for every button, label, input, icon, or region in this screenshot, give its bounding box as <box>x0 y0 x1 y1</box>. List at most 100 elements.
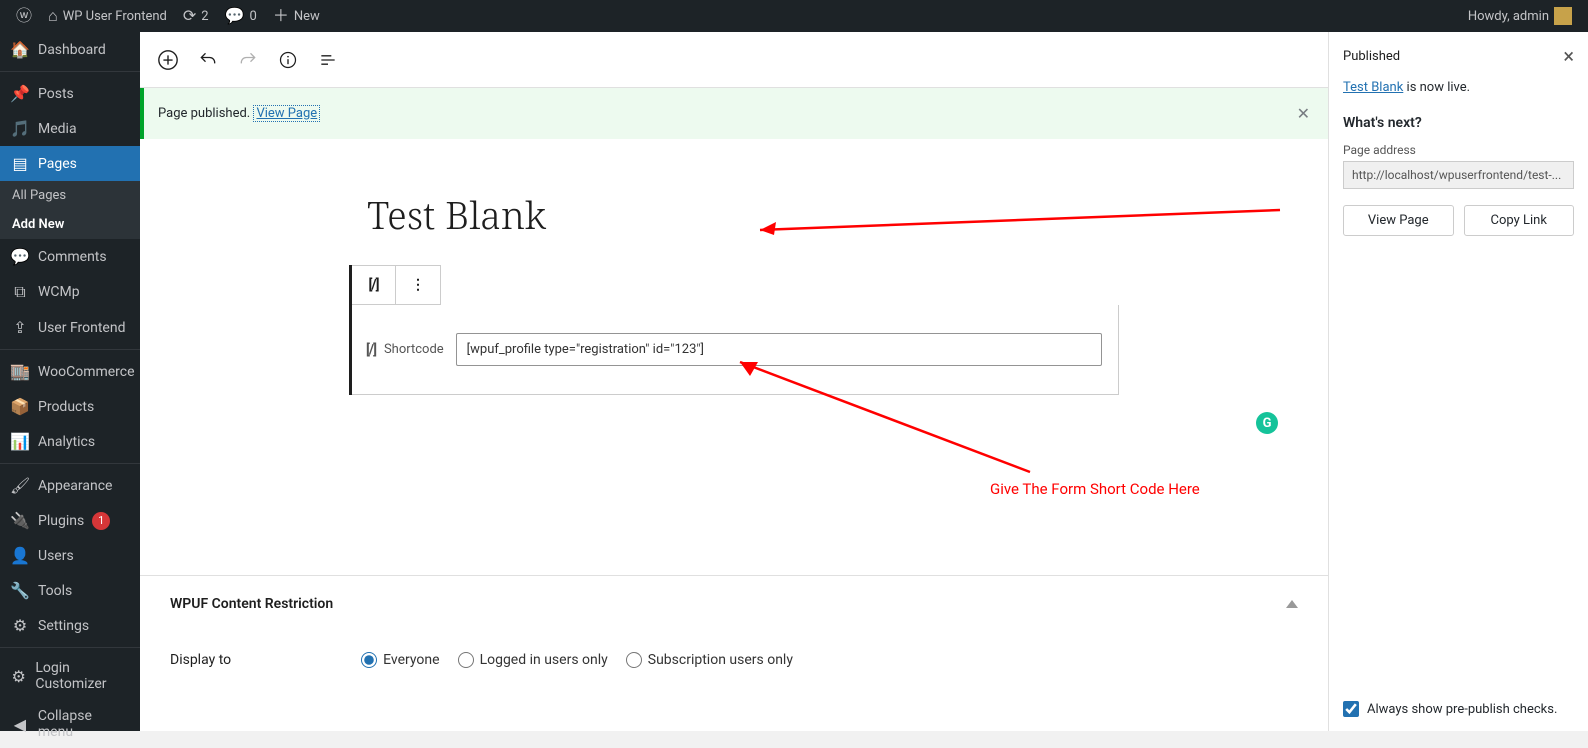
menu-plugins[interactable]: 🔌Plugins1 <box>0 503 140 538</box>
new-label: New <box>294 9 320 24</box>
info-icon <box>278 50 298 70</box>
address-field[interactable]: http://localhost/wpuserfrontend/test-... <box>1343 161 1574 189</box>
add-block-button[interactable] <box>150 42 186 78</box>
menu-login-customizer[interactable]: ⚙Login Customizer <box>0 652 140 700</box>
plugin-icon: 🔌 <box>10 511 30 530</box>
shortcode-icon: [/] <box>366 342 376 358</box>
home-icon: ⌂ <box>48 8 58 24</box>
redo-button[interactable] <box>230 42 266 78</box>
display-to-options: Everyone Logged in users only Subscripti… <box>361 652 793 668</box>
comment-icon: 💬 <box>225 8 245 24</box>
prepublish-checkbox[interactable] <box>1343 701 1359 717</box>
wp-logo[interactable]: ⓦ <box>8 0 40 32</box>
plus-icon: ＋ <box>273 8 289 24</box>
sub-add-new[interactable]: Add New <box>0 210 140 239</box>
menu-collapse[interactable]: ◀Collapse menu <box>0 700 140 748</box>
user-icon: 👤 <box>10 546 30 565</box>
menu-pages[interactable]: ▤Pages <box>0 146 140 181</box>
plus-circle-icon <box>157 49 179 71</box>
close-icon: × <box>1563 44 1574 68</box>
copy-link-button[interactable]: Copy Link <box>1464 205 1575 236</box>
notice-view-link[interactable]: View Page <box>253 105 320 122</box>
submenu-pages: All Pages Add New <box>0 181 140 239</box>
site-name: WP User Frontend <box>63 9 167 24</box>
block-toolbar: [/] ⋮ <box>352 265 441 305</box>
info-button[interactable] <box>270 42 306 78</box>
product-icon: 📦 <box>10 397 30 416</box>
comments-count: 0 <box>250 9 257 24</box>
howdy-text: Howdy, admin <box>1468 9 1549 24</box>
menu-posts[interactable]: 📌Posts <box>0 76 140 111</box>
menu-dashboard[interactable]: 🏠Dashboard <box>0 32 140 67</box>
chevron-up-icon <box>1286 600 1298 608</box>
updates-link[interactable]: ⟳2 <box>175 0 217 32</box>
menu-wcmp[interactable]: ⧉WCMp <box>0 274 140 310</box>
restriction-heading: WPUF Content Restriction <box>170 596 333 612</box>
live-page-link[interactable]: Test Blank <box>1343 80 1403 95</box>
chat-icon: 💬 <box>10 247 30 266</box>
block-type-button[interactable]: [/] <box>352 266 396 304</box>
menu-settings[interactable]: ⚙Settings <box>0 608 140 643</box>
shortcode-icon: [/] <box>369 277 379 293</box>
shortcode-block[interactable]: [/] ⋮ [/] Shortcode <box>349 265 1119 395</box>
analytics-icon: 📊 <box>10 432 30 451</box>
prepublish-checkbox-row[interactable]: Always show pre-publish checks. <box>1343 701 1574 717</box>
menu-products[interactable]: 📦Products <box>0 389 140 424</box>
dashboard-icon: 🏠 <box>10 40 30 59</box>
opt-everyone[interactable]: Everyone <box>361 652 439 668</box>
editor-area: Page published. View Page ✕ Test Blank [… <box>140 32 1328 731</box>
menu-comments[interactable]: 💬Comments <box>0 239 140 274</box>
shortcode-label: Shortcode <box>384 342 444 357</box>
menu-media[interactable]: 🎵Media <box>0 111 140 146</box>
userfrontend-icon: ⇪ <box>10 318 30 337</box>
restriction-heading-row[interactable]: WPUF Content Restriction <box>170 596 1298 612</box>
menu-analytics[interactable]: 📊Analytics <box>0 424 140 459</box>
sub-all-pages[interactable]: All Pages <box>0 181 140 210</box>
menu-users[interactable]: 👤Users <box>0 538 140 573</box>
grammarly-icon: G <box>1263 416 1272 431</box>
page-icon: ▤ <box>10 154 30 173</box>
page-title[interactable]: Test Blank <box>367 189 1119 241</box>
close-icon: ✕ <box>1297 104 1310 123</box>
menu-woocommerce[interactable]: 🏬WooCommerce <box>0 354 140 389</box>
pin-icon: 📌 <box>10 84 30 103</box>
grammarly-badge[interactable]: G <box>1256 412 1278 434</box>
admin-bar: ⓦ ⌂WP User Frontend ⟳2 💬0 ＋New Howdy, ad… <box>0 0 1588 32</box>
new-link[interactable]: ＋ New <box>265 0 328 32</box>
editor-toolbar <box>140 32 1328 88</box>
updates-count: 2 <box>201 9 208 24</box>
document: Test Blank [/] ⋮ [/] Shortcode <box>329 139 1139 415</box>
outline-button[interactable] <box>310 42 346 78</box>
update-icon: ⟳ <box>183 8 196 24</box>
wrench-icon: 🔧 <box>10 581 30 600</box>
settings-panel: Published × Test Blank is now live. What… <box>1328 32 1588 731</box>
publish-notice: Page published. View Page ✕ <box>140 88 1328 139</box>
comments-link[interactable]: 💬0 <box>217 0 265 32</box>
brush-icon: 🖌 <box>10 476 30 495</box>
shortcode-input[interactable] <box>456 333 1102 366</box>
content-restriction-panel: WPUF Content Restriction Display to Ever… <box>140 575 1328 698</box>
whats-next-heading: What's next? <box>1343 115 1574 131</box>
media-icon: 🎵 <box>10 119 30 138</box>
site-link[interactable]: ⌂ WP User Frontend <box>40 0 175 32</box>
menu-appearance[interactable]: 🖌Appearance <box>0 468 140 503</box>
gear-icon: ⚙ <box>10 667 27 686</box>
plugins-badge: 1 <box>92 512 110 530</box>
opt-logged-in[interactable]: Logged in users only <box>458 652 608 668</box>
more-icon: ⋮ <box>411 277 425 293</box>
sliders-icon: ⚙ <box>10 616 30 635</box>
annotation-text-shortcode: Give The Form Short Code Here <box>990 480 1200 498</box>
view-page-button[interactable]: View Page <box>1343 205 1454 236</box>
woo-icon: 🏬 <box>10 362 30 381</box>
undo-button[interactable] <box>190 42 226 78</box>
avatar <box>1554 7 1572 25</box>
panel-close-button[interactable]: × <box>1563 44 1574 68</box>
notice-close-button[interactable]: ✕ <box>1293 100 1314 127</box>
account-link[interactable]: Howdy, admin <box>1460 0 1580 32</box>
block-more-button[interactable]: ⋮ <box>396 266 440 304</box>
undo-icon <box>198 50 218 70</box>
menu-tools[interactable]: 🔧Tools <box>0 573 140 608</box>
menu-userfrontend[interactable]: ⇪User Frontend <box>0 310 140 345</box>
opt-subscription[interactable]: Subscription users only <box>626 652 793 668</box>
wcmp-icon: ⧉ <box>10 282 30 302</box>
